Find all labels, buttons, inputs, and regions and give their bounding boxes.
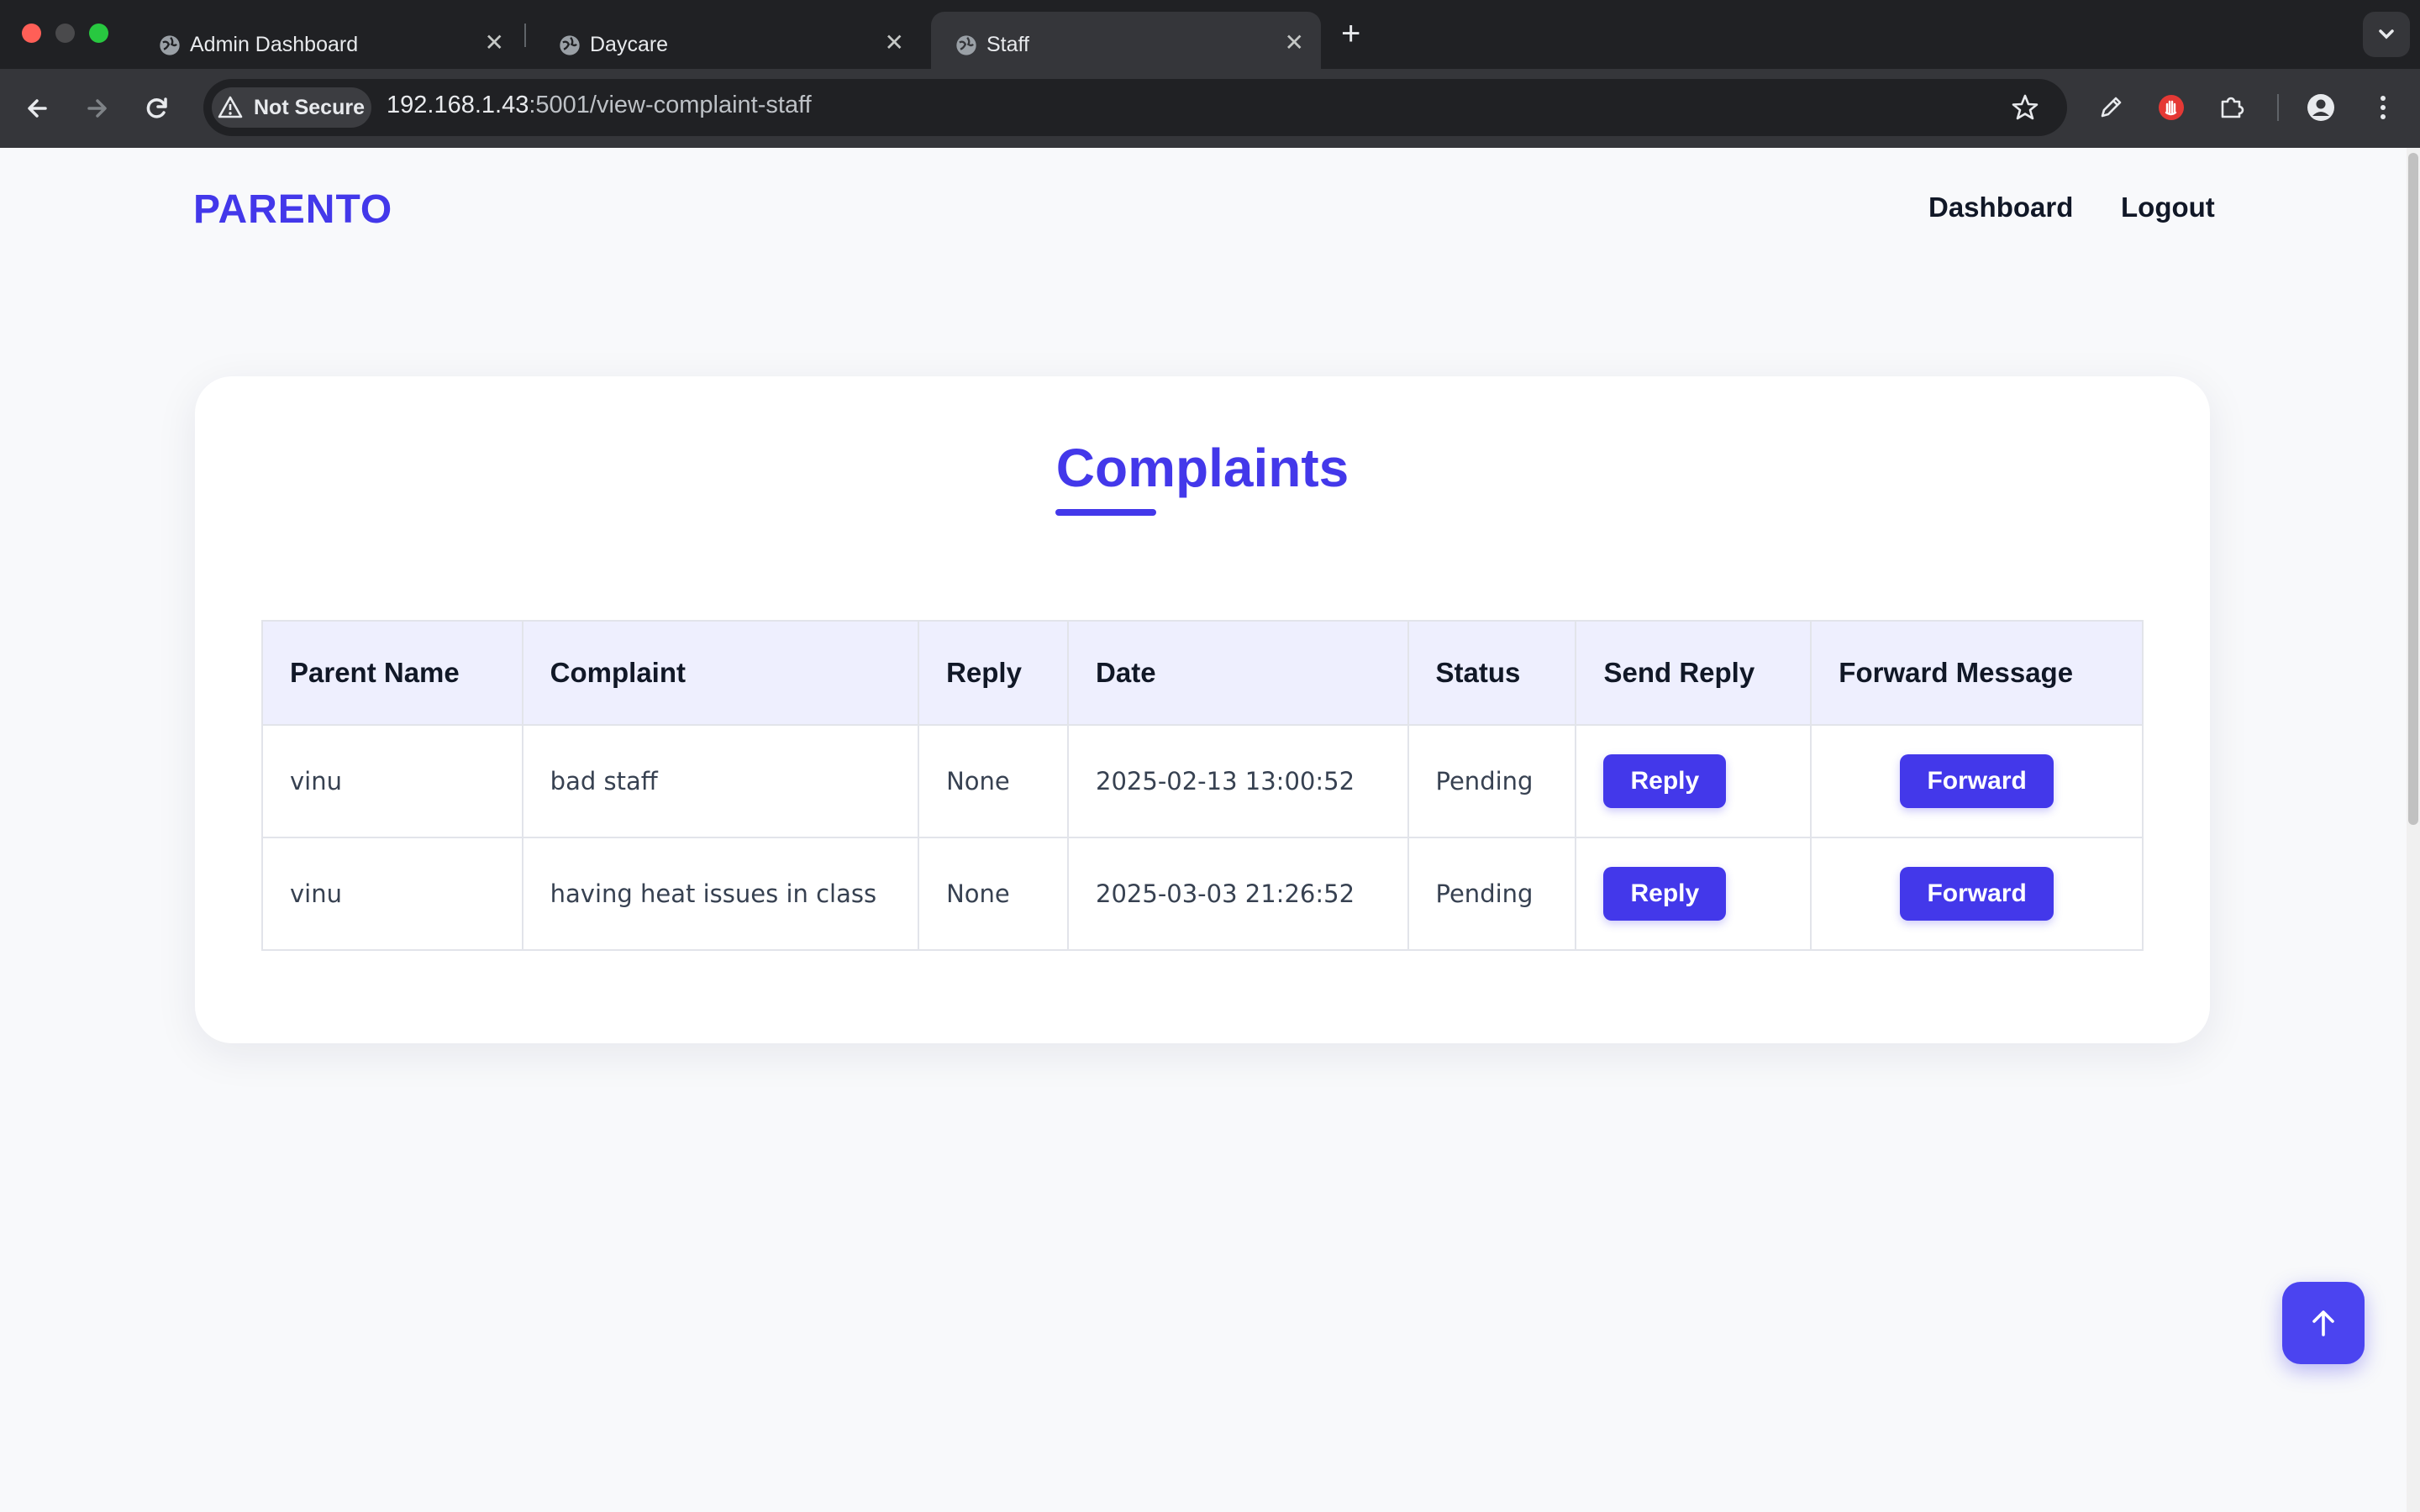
back-icon[interactable] [15, 86, 60, 131]
brand-logo[interactable]: PARENTO [193, 186, 392, 233]
puzzle-icon[interactable] [2213, 89, 2250, 126]
parent-name-cell: vinu [261, 837, 523, 951]
reply-button[interactable]: Reply [1603, 867, 1727, 921]
kebab-menu-icon[interactable] [2365, 89, 2402, 126]
globe-icon [160, 35, 180, 55]
forward-icon[interactable] [74, 86, 119, 131]
url-text[interactable]: 192.168.1.43:5001/view-complaint-staff [387, 92, 812, 119]
stop-hand-icon[interactable] [2153, 89, 2190, 126]
security-label: Not Secure [254, 95, 365, 119]
tab-staff[interactable]: Staff ✕ [931, 12, 1321, 69]
parent-name-cell: vinu [261, 724, 523, 838]
complaints-table: Parent Name Complaint Reply Date Status … [261, 620, 2144, 951]
nav-link-logout[interactable]: Logout [2121, 192, 2215, 223]
tab-title: Daycare [590, 33, 669, 56]
nav-link-dashboard[interactable]: Dashboard [1928, 192, 2073, 223]
globe-icon [560, 35, 580, 55]
star-icon[interactable] [2008, 91, 2042, 124]
column-header: Send Reply [1575, 620, 1812, 726]
complaint-cell: having heat issues in class [521, 837, 920, 951]
scrollbar-thumb[interactable] [2408, 153, 2418, 825]
close-icon[interactable]: ✕ [1285, 31, 1304, 55]
globe-icon [956, 35, 976, 55]
tab-title: Admin Dashboard [190, 33, 359, 56]
tab-daycare[interactable]: Daycare ✕ [534, 12, 921, 69]
status-cell: Pending [1407, 724, 1577, 838]
complaint-cell: bad staff [521, 724, 920, 838]
table-header-row: Parent Name Complaint Reply Date Status … [261, 620, 2144, 726]
toolbar-divider [2277, 94, 2279, 121]
warning-icon [218, 96, 243, 118]
url-host: 192.168.1.43 [387, 92, 529, 118]
date-cell: 2025-03-03 21:26:52 [1067, 837, 1409, 951]
minimize-window-button[interactable] [55, 24, 75, 43]
page-title: Complaints [1055, 438, 1349, 498]
tab-strip: Admin Dashboard ✕ Daycare ✕ Staff ✕ + [0, 0, 2420, 69]
plus-icon[interactable]: + [1341, 17, 1360, 50]
tab-title: Staff [986, 33, 1029, 56]
date-cell: 2025-02-13 13:00:52 [1067, 724, 1409, 838]
column-header: Date [1067, 620, 1409, 726]
column-header: Status [1407, 620, 1577, 726]
reply-cell: None [918, 837, 1070, 951]
chevron-down-icon [2379, 29, 2394, 39]
reload-icon[interactable] [134, 86, 180, 131]
close-icon[interactable]: ✕ [885, 31, 904, 55]
profile-icon[interactable] [2302, 89, 2339, 126]
forward-cell: Forward [1810, 837, 2144, 951]
scroll-to-top-button[interactable] [2282, 1282, 2365, 1364]
maximize-window-button[interactable] [89, 24, 108, 43]
forward-cell: Forward [1810, 724, 2144, 838]
send-reply-cell: Reply [1575, 724, 1812, 838]
close-window-button[interactable] [22, 24, 41, 43]
tab-search-button[interactable] [2363, 12, 2410, 57]
reply-button[interactable]: Reply [1603, 754, 1727, 808]
table-row: vinu having heat issues in class None 20… [261, 837, 2144, 951]
column-header: Complaint [521, 620, 920, 726]
forward-button[interactable]: Forward [1900, 867, 2054, 921]
table-row: vinu bad staff None 2025-02-13 13:00:52 … [261, 724, 2144, 838]
title-underline [1055, 509, 1156, 516]
forward-button[interactable]: Forward [1900, 754, 2054, 808]
tab-admin-dashboard[interactable]: Admin Dashboard ✕ [134, 12, 521, 69]
url-path: :5001/view-complaint-staff [529, 92, 812, 118]
column-header: Reply [918, 620, 1070, 726]
tab-divider [524, 24, 526, 47]
close-icon[interactable]: ✕ [485, 31, 504, 55]
column-header: Parent Name [261, 620, 523, 726]
send-reply-cell: Reply [1575, 837, 1812, 951]
status-cell: Pending [1407, 837, 1577, 951]
column-header: Forward Message [1810, 620, 2144, 726]
arrow-up-icon [2312, 1310, 2334, 1336]
reply-cell: None [918, 724, 1070, 838]
pen-icon[interactable] [2092, 89, 2129, 126]
